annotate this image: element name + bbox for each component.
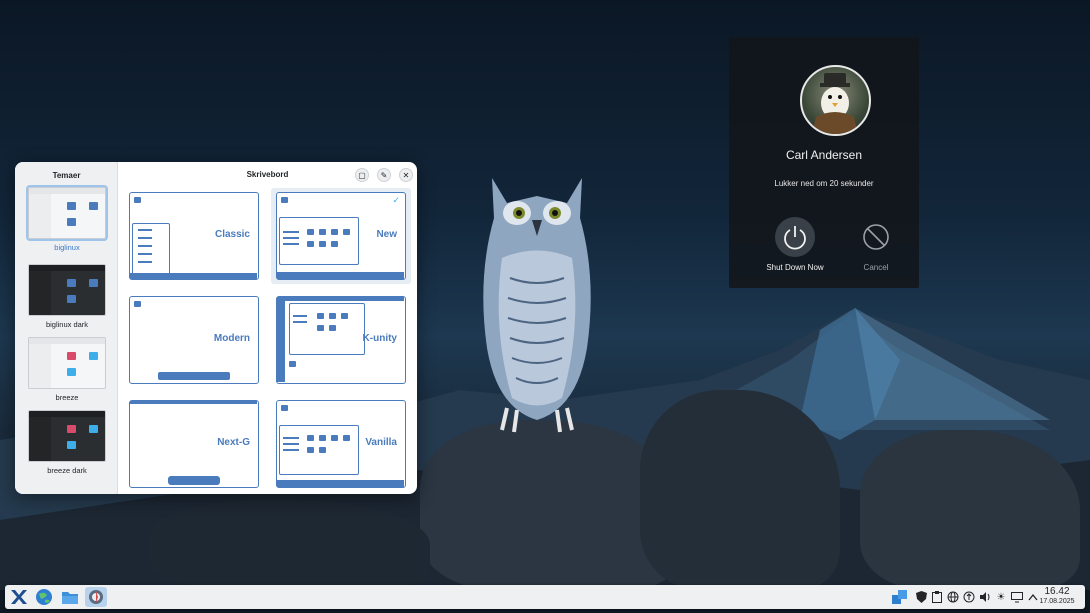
cancel-button[interactable]: Cancel: [836, 217, 916, 272]
theme-name: breeze dark: [47, 466, 87, 475]
user-name: Carl Andersen: [785, 148, 863, 162]
windows-icon[interactable]: [891, 590, 909, 604]
layout-label: Vanilla: [365, 437, 397, 448]
cancel-icon: [856, 217, 896, 257]
window-close-button[interactable]: ✕: [399, 168, 413, 182]
shut-down-now-button[interactable]: Shut Down Now: [755, 217, 835, 272]
theme-item-biglinux[interactable]: biglinux: [25, 185, 109, 252]
action-label: Shut Down Now: [766, 263, 824, 272]
display-icon[interactable]: [1010, 590, 1024, 604]
theme-item-breeze[interactable]: breeze: [25, 337, 109, 402]
avatar: [800, 65, 871, 136]
maximize-icon: ▢: [358, 170, 366, 180]
layout-label: Modern: [213, 333, 250, 344]
volume-icon[interactable]: [978, 590, 992, 604]
selected-check-icon: ✓: [392, 195, 400, 205]
close-icon: ✕: [402, 170, 410, 180]
layout-card-next-g[interactable]: Next-G: [129, 400, 259, 488]
theme-settings-icon[interactable]: [85, 587, 107, 607]
layout-label: Next-G: [217, 437, 250, 448]
action-label: Cancel: [863, 263, 889, 272]
browser-icon[interactable]: [33, 587, 55, 607]
theme-thumbnail: [28, 410, 106, 462]
shutdown-dialog: Carl Andersen Lukker ned om 20 sekunder …: [729, 37, 919, 288]
theme-name: biglinux: [54, 243, 80, 252]
sidebar-title: Temaer: [52, 171, 81, 180]
theme-thumbnail: [26, 185, 108, 241]
rock: [150, 500, 430, 590]
layout-card-modern[interactable]: Modern: [129, 296, 259, 384]
clock-time[interactable]: 16.42: [1035, 586, 1079, 597]
layout-card-vanilla[interactable]: Vanilla: [276, 400, 406, 488]
layout-card-k-unity[interactable]: K-unity: [276, 296, 406, 384]
layout-label: Classic: [214, 229, 250, 240]
themes-sidebar: Temaer biglinux biglinux dark breeze bre…: [15, 162, 118, 494]
biglinux-menu-icon[interactable]: [8, 587, 30, 607]
theme-name: breeze: [55, 393, 79, 402]
layout-card-new-selected[interactable]: New ✓: [271, 188, 411, 284]
window-maximize-button[interactable]: ▢: [355, 168, 369, 182]
shutdown-countdown: Lukker ned om 20 sekunder: [774, 179, 874, 188]
file-manager-icon[interactable]: [59, 587, 81, 607]
pin-icon: ✎: [380, 170, 388, 180]
theme-item-biglinux-dark[interactable]: biglinux dark: [25, 264, 109, 329]
layout-label: K-unity: [362, 333, 397, 344]
taskbar: ☀ 16.42 17.08.2025: [5, 585, 1085, 609]
layouts-panel: Skrivebord ▢ ✎ ✕ Classic New ✓ Modern K-…: [118, 162, 417, 494]
window-pin-button[interactable]: ✎: [377, 168, 391, 182]
layout-label: New: [376, 229, 397, 240]
theme-thumbnail: [28, 264, 106, 316]
owl-image: [483, 178, 591, 433]
rock: [860, 430, 1080, 590]
power-icon: [775, 217, 815, 257]
theme-thumbnail: [28, 337, 106, 389]
window-title: Skrivebord: [246, 170, 289, 179]
theme-name: biglinux dark: [45, 320, 89, 329]
shield-icon[interactable]: [914, 590, 928, 604]
layout-card-classic[interactable]: Classic: [129, 192, 259, 280]
theme-settings-window: Temaer biglinux biglinux dark breeze bre…: [15, 162, 417, 494]
rock: [640, 390, 840, 590]
vpn-icon[interactable]: [962, 590, 976, 604]
network-icon[interactable]: [946, 590, 960, 604]
theme-item-breeze-dark[interactable]: breeze dark: [25, 410, 109, 475]
brightness-icon[interactable]: ☀: [994, 590, 1008, 604]
clipboard-icon[interactable]: [930, 590, 944, 604]
clock-date[interactable]: 17.08.2025: [1035, 598, 1079, 605]
